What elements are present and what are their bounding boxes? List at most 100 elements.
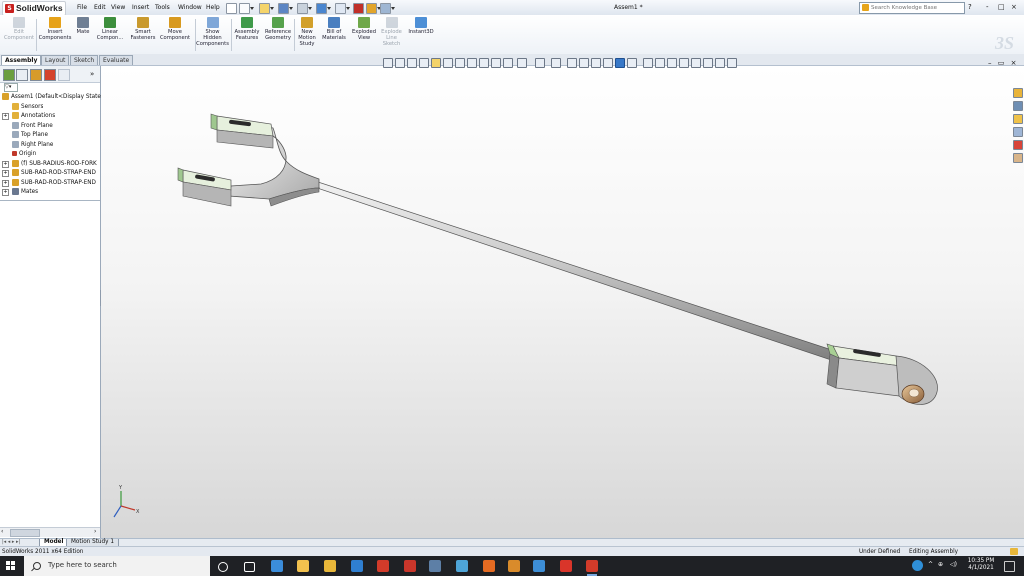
back-view-icon[interactable] [655,58,665,68]
menu-tools[interactable]: Tools [155,4,170,11]
hide-show-icon[interactable] [455,58,465,68]
radius-rod-strap-end[interactable] [826,343,938,405]
tree-item-front-plane[interactable]: Front Plane [12,121,53,131]
mail-icon[interactable] [351,560,363,572]
expand-toggle-icon[interactable]: + [2,170,9,177]
reference-geometry-button[interactable]: Reference Geometry [263,17,293,41]
tree-filter[interactable]: ▽▾ [2,83,98,92]
paint-icon[interactable] [456,560,468,572]
left-view-icon[interactable] [667,58,677,68]
menu-insert[interactable]: Insert [132,4,149,11]
tree-item-mates[interactable]: Mates [12,188,38,197]
file-explorer-icon[interactable] [324,560,336,572]
linear-pattern-button[interactable]: Linear Compon... [94,17,126,41]
expand-toggle-icon[interactable]: + [2,180,9,187]
solidworks-logo[interactable]: S SolidWorks [2,1,66,16]
section-view-icon[interactable] [419,58,429,68]
radius-rod-fork[interactable] [177,113,320,207]
insert-components-button[interactable]: Insert Components [38,17,72,41]
design-library-icon[interactable] [1013,101,1023,111]
search-input[interactable] [871,3,951,13]
isometric-view-icon[interactable] [715,58,725,68]
display-style-icon[interactable] [443,58,453,68]
expand-toggle-icon[interactable]: + [2,189,9,196]
tab-layout[interactable]: Layout [41,55,70,65]
rebuild-icon[interactable] [353,3,364,14]
graphics-area[interactable]: Y X [101,66,1024,538]
zoom-to-fit-icon[interactable] [383,58,393,68]
instant3d-button[interactable]: Instant3D [406,17,436,35]
file-properties-icon[interactable] [366,3,381,14]
previous-view-icon[interactable] [407,58,417,68]
right-view-icon[interactable] [679,58,689,68]
volume-icon[interactable]: ◁) [950,561,957,568]
feature-manager-tab-icon[interactable] [3,69,15,81]
open-icon[interactable] [259,3,274,14]
configuration-manager-tab-icon[interactable] [30,69,42,81]
tree-root[interactable]: Assem1 (Default<Display State [2,93,101,102]
notepad-icon[interactable] [429,560,441,572]
zoom-area-icon[interactable] [395,58,405,68]
exploded-view-button[interactable]: Exploded View [350,17,378,41]
tray-expand-icon[interactable]: ^ [928,561,933,568]
expand-toggle-icon[interactable]: + [2,161,9,168]
minimize-button[interactable]: - [986,3,989,11]
app-game-icon[interactable] [508,560,520,572]
start-button[interactable] [6,561,16,571]
edge-icon[interactable] [271,560,283,572]
menu-help[interactable]: Help [206,4,220,11]
select-icon[interactable] [335,3,350,14]
menu-window[interactable]: Window [178,4,202,11]
solidworks-resources-icon[interactable] [1013,88,1023,98]
scroll-right-icon[interactable]: › [94,528,96,535]
tab-evaluate[interactable]: Evaluate [99,55,134,65]
task-view-icon[interactable] [244,562,255,572]
bottom-view-icon[interactable] [703,58,713,68]
menu-file[interactable]: File [77,4,87,11]
scroll-left-icon[interactable]: ‹ [1,528,3,535]
options-icon[interactable] [380,3,395,14]
solidworks-running-icon[interactable] [586,560,598,576]
front-view-icon[interactable] [643,58,653,68]
app-red-icon[interactable] [404,560,416,572]
appearances-icon[interactable] [1013,140,1023,150]
network-icon[interactable]: ⊕ [938,561,943,568]
view-orientation-icon[interactable] [431,58,441,68]
hidden-lines-visible-icon[interactable] [579,58,589,68]
rebuild-status-icon[interactable] [1010,548,1018,555]
view-palette-icon[interactable] [1013,127,1023,137]
firefox-icon[interactable] [483,560,495,572]
doc-minimize-icon[interactable]: – [988,59,992,67]
model-view[interactable]: Y X [101,66,1024,538]
tree-item-component[interactable]: SUB-RAD-ROD-STRAP-END [12,169,96,178]
view-selector-icon[interactable] [517,58,527,68]
panel-horizontal-scrollbar[interactable]: ‹ › [0,527,100,537]
doc-restore-icon[interactable]: ▭ [998,59,1005,67]
notification-icon[interactable] [1004,561,1015,572]
tab-nav-arrows-icon[interactable]: |◂ ◂ ▸ ▸| [2,539,20,545]
display-manager-tab-icon[interactable] [44,69,56,81]
pan-icon[interactable] [503,58,513,68]
app-blue-icon[interactable] [533,560,545,572]
maximize-button[interactable]: □ [998,3,1005,11]
show-hidden-components-button[interactable]: Show Hidden Components [196,17,229,47]
tree-item-origin[interactable]: Origin [12,150,36,159]
shadows-icon[interactable] [627,58,637,68]
assembly-features-button[interactable]: Assembly Features [233,17,261,41]
normal-to-icon[interactable] [727,58,737,68]
search-knowledge-base[interactable]: ⌕ [859,2,965,14]
expand-toggle-icon[interactable]: + [2,113,9,120]
scene-icon[interactable] [551,58,561,68]
property-manager-tab-icon[interactable] [16,69,28,81]
top-view-icon[interactable] [691,58,701,68]
panel-expand-icon[interactable]: » [90,70,94,78]
edit-appearance-icon[interactable] [535,58,545,68]
close-button[interactable]: × [1011,3,1017,11]
smart-fasteners-button[interactable]: Smart Fasteners [128,17,158,41]
zoom-out-icon[interactable] [479,58,489,68]
cortana-icon[interactable] [218,562,228,572]
taskbar-search[interactable]: Type here to search [24,556,210,576]
undo-icon[interactable] [316,3,331,14]
solidworks-icon[interactable] [377,560,389,572]
new-document-icon[interactable] [239,3,254,14]
